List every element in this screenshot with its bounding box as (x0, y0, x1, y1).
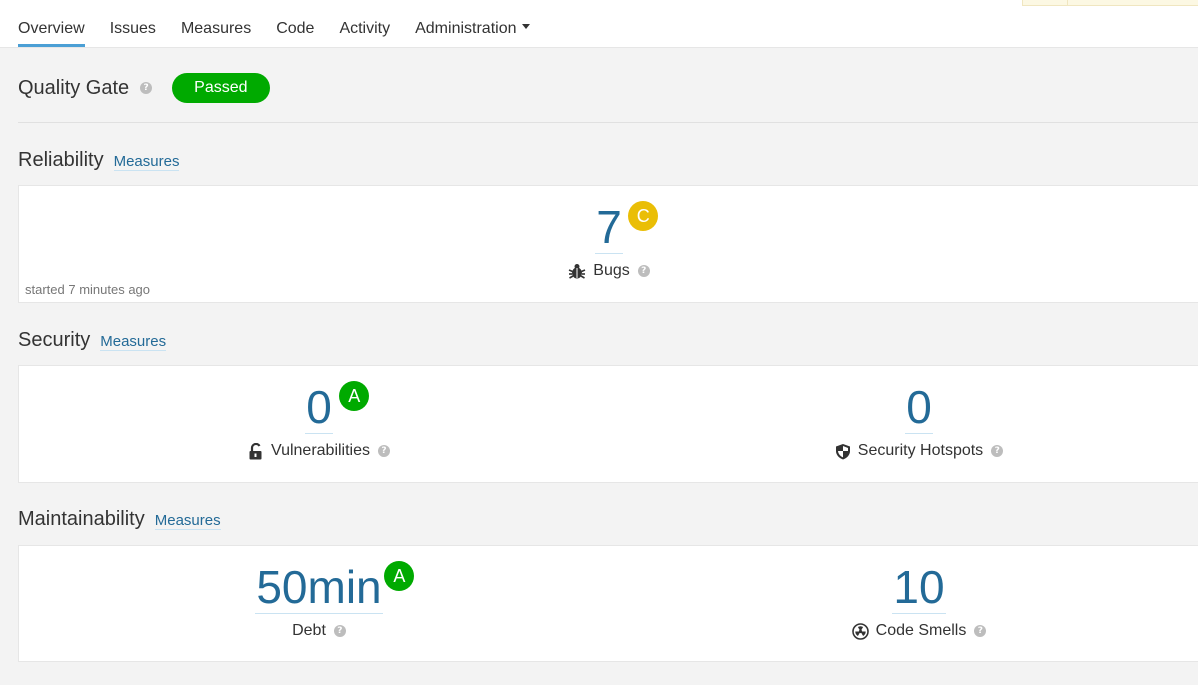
security-hotspots-metric: 0 Security Hotspots ? (619, 381, 1198, 460)
vulnerabilities-metric: 0 A Vulnerabilities ? (19, 381, 619, 460)
debt-label-text: Debt (292, 622, 326, 639)
debt-rating-badge[interactable]: A (384, 561, 415, 591)
tab-issues[interactable]: Issues (110, 20, 156, 47)
help-icon[interactable]: ? (974, 625, 987, 637)
divider (18, 122, 1198, 123)
security-header: Security Measures (18, 329, 167, 352)
quality-gate-status-badge: Passed (172, 73, 270, 103)
maintainability-card: 50min A Debt ? 10 Code Smells ? (18, 545, 1198, 662)
bugs-label-text: Bugs (593, 262, 630, 279)
analysis-started-text: started 7 minutes ago (25, 282, 151, 297)
code-smells-value-wrap: 10 (892, 561, 946, 614)
security-hotspots-label: Security Hotspots ? (835, 442, 1004, 460)
security-hotspots-label-text: Security Hotspots (857, 442, 984, 459)
code-smells-label-text: Code Smells (875, 622, 967, 639)
radiation-icon (851, 622, 869, 640)
code-smells-label: Code Smells ? (851, 622, 987, 640)
tab-overview[interactable]: Overview (18, 20, 85, 47)
bugs-value[interactable]: 7 (595, 201, 623, 254)
debt-metric: 50min A Debt ? (19, 561, 619, 640)
vulnerabilities-label-text: Vulnerabilities (270, 442, 370, 459)
vulnerabilities-label: Vulnerabilities ? (248, 442, 390, 460)
debt-value[interactable]: 50min (255, 561, 383, 614)
bug-icon (568, 264, 586, 279)
debt-label: Debt ? (292, 622, 346, 640)
top-navigation: Overview Issues Measures Code Activity A… (0, 0, 1198, 48)
security-card: 0 A Vulnerabilities ? 0 Security Hotspot… (18, 365, 1198, 483)
help-icon[interactable]: ? (991, 445, 1004, 457)
security-title: Security (18, 329, 91, 351)
caret-down-icon (522, 24, 531, 30)
tab-administration[interactable]: Administration (415, 20, 531, 47)
vulnerabilities-value[interactable]: 0 (305, 381, 333, 434)
reliability-header: Reliability Measures (18, 149, 180, 172)
code-smells-metric: 10 Code Smells ? (619, 561, 1198, 640)
bugs-value-wrap: 7 C (595, 201, 659, 254)
help-icon[interactable]: ? (637, 265, 650, 277)
security-hotspots-value[interactable]: 0 (905, 381, 933, 434)
tab-activity[interactable]: Activity (339, 20, 390, 47)
unlock-icon (249, 442, 262, 459)
reliability-card: 7 C Bugs ? started 7 minutes ago (18, 185, 1198, 303)
bugs-label: Bugs ? (568, 262, 650, 280)
help-icon[interactable]: ? (378, 445, 390, 457)
reliability-title: Reliability (18, 149, 104, 171)
maintainability-header: Maintainability Measures (18, 508, 221, 531)
tab-measures[interactable]: Measures (181, 20, 251, 47)
quality-gate-title: Quality Gate (18, 76, 130, 99)
vulnerabilities-rating-badge[interactable]: A (339, 381, 370, 411)
bugs-metric: 7 C Bugs ? (19, 201, 1198, 280)
tab-code[interactable]: Code (276, 20, 314, 47)
code-smells-value[interactable]: 10 (892, 561, 946, 614)
vulnerabilities-value-wrap: 0 A (305, 381, 370, 434)
reliability-measures-link[interactable]: Measures (113, 153, 180, 171)
shield-icon (835, 443, 850, 459)
quality-gate: Quality Gate ? Passed (18, 73, 270, 103)
debt-value-wrap: 50min A (255, 561, 415, 614)
security-measures-link[interactable]: Measures (100, 333, 167, 351)
notice-strip (1022, 0, 1198, 6)
tab-administration-label: Administration (415, 20, 517, 37)
tab-bar: Overview Issues Measures Code Activity A… (18, 20, 555, 47)
maintainability-measures-link[interactable]: Measures (154, 512, 221, 530)
maintainability-title: Maintainability (18, 508, 145, 530)
help-icon[interactable]: ? (140, 82, 153, 94)
hotspots-value-wrap: 0 (905, 381, 933, 434)
bugs-rating-badge[interactable]: C (628, 201, 659, 231)
help-icon[interactable]: ? (333, 625, 346, 637)
